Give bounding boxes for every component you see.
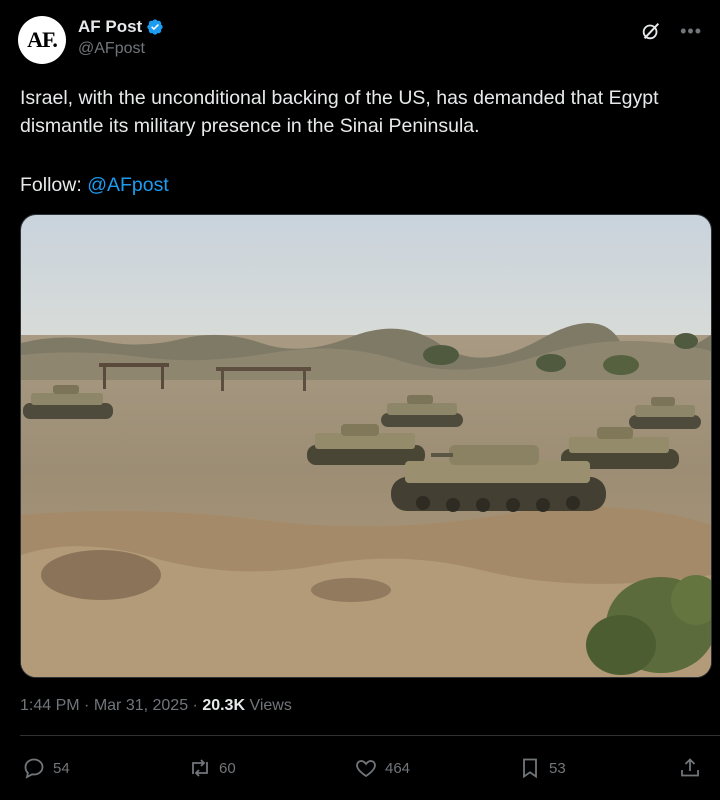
display-name[interactable]: AF Post <box>78 17 142 37</box>
meta-separator: · <box>79 697 94 714</box>
name-row: AF Post <box>78 17 164 37</box>
divider <box>20 735 720 736</box>
grok-icon[interactable] <box>640 20 662 42</box>
reply-icon <box>24 758 44 779</box>
views-label: Views <box>245 697 292 714</box>
author-handle[interactable]: @AFpost <box>78 40 164 58</box>
tweet-text: Israel, with the unconditional backing o… <box>20 84 700 140</box>
action-bar: 54 60 464 53 <box>22 756 702 784</box>
follow-prefix: Follow: <box>20 174 88 196</box>
reply-button[interactable]: 54 <box>22 756 70 780</box>
tweet-meta: 1:44 PM · Mar 31, 2025 · 20.3K Views <box>20 697 292 715</box>
like-button[interactable]: 464 <box>354 756 410 780</box>
tanks-photo <box>21 215 711 677</box>
reply-count: 54 <box>53 759 70 777</box>
bookmark-icon <box>523 758 537 779</box>
bookmark-button[interactable]: 53 <box>518 756 566 780</box>
follow-line: Follow: @AFpost <box>20 171 169 199</box>
share-button[interactable] <box>678 756 702 780</box>
tweet-image[interactable] <box>20 214 712 678</box>
more-icon[interactable]: ••• <box>680 22 702 40</box>
heart-icon <box>356 760 376 778</box>
avatar[interactable]: AF. <box>18 16 66 64</box>
tweet-time[interactable]: 1:44 PM <box>20 697 80 714</box>
mention-link[interactable]: @AFpost <box>87 174 169 196</box>
share-icon <box>681 758 699 777</box>
bookmark-count: 53 <box>549 759 566 777</box>
top-actions: ••• <box>640 20 702 42</box>
repost-button[interactable]: 60 <box>188 756 236 780</box>
meta-separator: · <box>188 697 203 714</box>
like-count: 464 <box>385 759 411 777</box>
tweet-header: AF. AF Post @AFpost ••• <box>18 16 702 66</box>
tweet-body: Israel, with the unconditional backing o… <box>20 87 659 137</box>
views-count: 20.3K <box>202 697 246 714</box>
author-names: AF Post @AFpost <box>78 17 164 58</box>
tweet-date[interactable]: Mar 31, 2025 <box>94 697 188 714</box>
repost-count: 60 <box>219 759 236 777</box>
verified-badge-icon <box>147 19 163 35</box>
repost-icon <box>192 759 208 777</box>
